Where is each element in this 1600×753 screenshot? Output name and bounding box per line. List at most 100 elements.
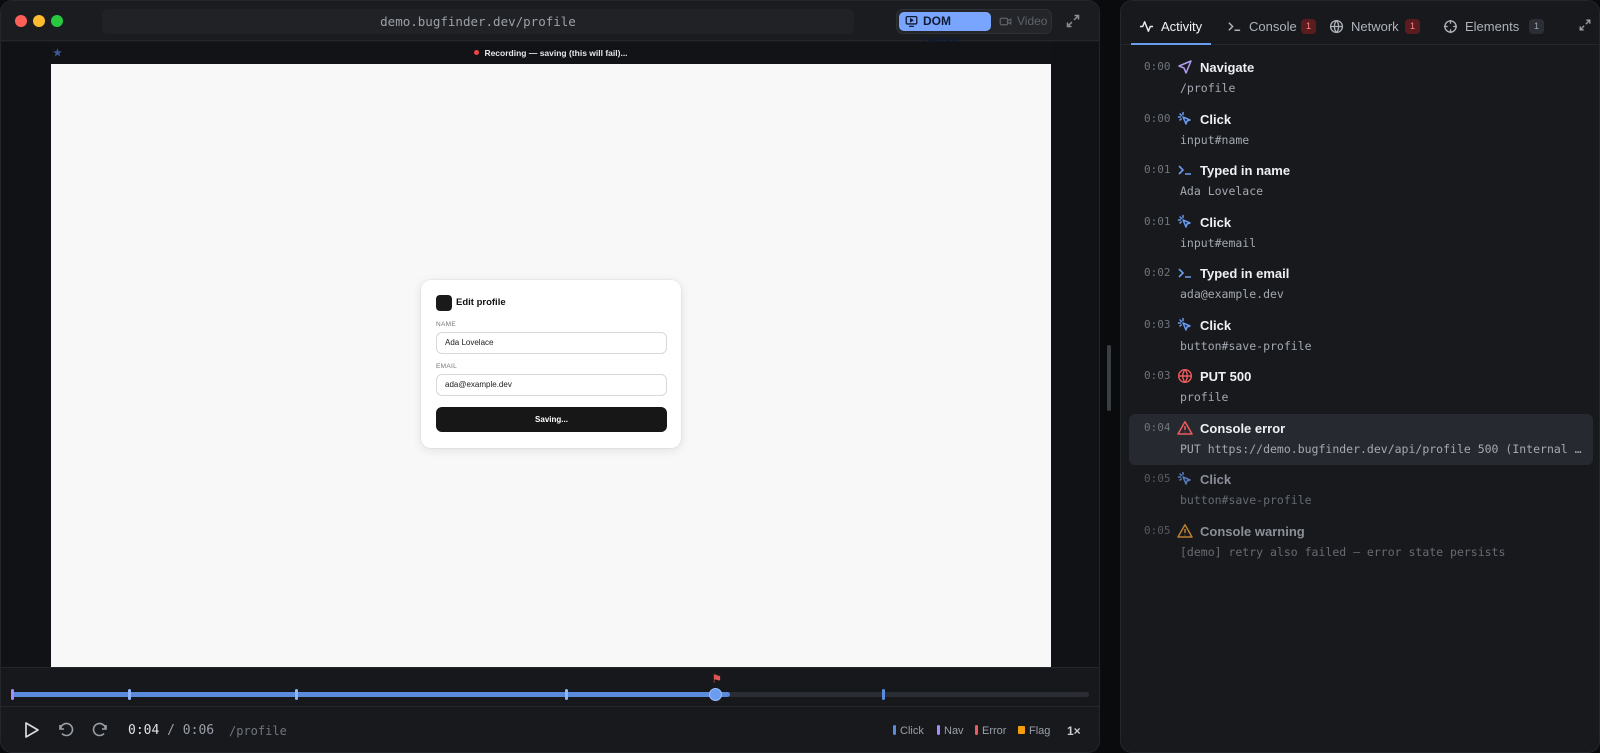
app-logo-icon <box>436 295 452 311</box>
flag-marker-icon[interactable]: ⚑ <box>711 672 722 686</box>
event-detail: button#save-profile <box>1180 493 1312 507</box>
click-swatch <box>893 725 896 736</box>
click-icon <box>1177 111 1193 127</box>
activity-event[interactable]: 0:01 Typed in name Ada Lovelace <box>1129 156 1593 208</box>
name-input[interactable]: Ada Lovelace <box>436 332 667 354</box>
activity-event[interactable]: 0:03 Click button#save-profile <box>1129 311 1593 363</box>
tab-elements[interactable]: Elements 1 <box>1443 1 1553 45</box>
event-detail: profile <box>1180 390 1229 404</box>
timeline-progress <box>11 692 731 697</box>
click-icon <box>1177 471 1193 487</box>
time-display: 0:04 / 0:06 <box>128 723 214 738</box>
rewind-button[interactable] <box>57 721 75 744</box>
activity-icon <box>1139 21 1154 32</box>
timeline-marker-click[interactable] <box>565 689 569 700</box>
video-camera-icon <box>999 17 1012 26</box>
minimize-window-button[interactable] <box>33 15 45 27</box>
terminal-icon <box>1228 22 1241 31</box>
tab-elements-label: Elements <box>1465 19 1520 34</box>
playhead-handle[interactable] <box>709 688 723 701</box>
url-bar: demo.bugfinder.dev/profile <box>102 9 854 34</box>
legend-error: Error <box>975 725 1006 737</box>
timeline-marker-click[interactable] <box>882 689 886 700</box>
event-detail: button#save-profile <box>1180 338 1312 353</box>
window-titlebar: demo.bugfinder.dev/profile DOM replay Vi… <box>1 1 1099 47</box>
activity-event[interactable]: 0:05 Click button#save-profile <box>1129 465 1593 517</box>
console-count-badge: 1 <box>1301 19 1316 34</box>
dom-replay-button[interactable]: DOM replay <box>899 12 991 47</box>
event-detail: [demo] retry also failed — error state p… <box>1180 544 1506 559</box>
activity-list: 0:00 Navigate/profile 0:00 Click input#name 0… <box>1129 53 1593 568</box>
event-title: Click <box>1200 214 1232 230</box>
session-player: demo.bugfinder.dev/profile DOM replay Vi… <box>0 0 1100 753</box>
event-time: 0:04 <box>1144 420 1171 434</box>
current-route: /profile <box>229 724 287 738</box>
play-icon <box>25 722 39 738</box>
activity-event[interactable]: 0:02 Typed in email ada@example.dev <box>1129 259 1593 311</box>
playback-speed-button[interactable]: 1× <box>1067 724 1081 738</box>
replay-mode-switch: DOM replay Video <box>896 9 1052 47</box>
activity-event[interactable]: 0:05 Console warning [demo] retry also fai… <box>1129 517 1593 569</box>
event-detail: ada@example.dev <box>1180 287 1284 301</box>
tab-activity[interactable]: Activity <box>1139 1 1219 45</box>
devtools-panel: Activity Console 1 Network 1 Elements 1 … <box>1120 0 1600 753</box>
edit-profile-card: Edit profile NAME Ada Lovelace EMAIL ada… <box>421 280 681 448</box>
tab-console-label: Console <box>1249 19 1297 34</box>
timeline-marker-click[interactable] <box>128 689 132 700</box>
legend-flag-label: Flag <box>1029 725 1051 737</box>
save-profile-button[interactable]: Saving... <box>436 407 667 432</box>
legend-click-label: Click <box>900 725 924 737</box>
timeline-scrubber[interactable]: ⚑ <box>11 672 1089 701</box>
email-field-label: EMAIL <box>436 363 458 370</box>
event-detail: /profile <box>1180 81 1236 95</box>
tab-network-label: Network <box>1351 19 1399 34</box>
tab-console[interactable]: Console 1 <box>1227 1 1327 45</box>
navigate-icon <box>1177 59 1193 75</box>
activity-event[interactable]: 0:00 Navigate/profile <box>1129 53 1593 105</box>
tab-network[interactable]: Network 1 <box>1329 1 1429 45</box>
close-window-button[interactable] <box>15 15 27 27</box>
activity-event[interactable]: 0:01 Click input#email <box>1129 208 1593 260</box>
video-mode-button[interactable]: Video <box>993 12 1051 31</box>
warning-icon <box>1177 420 1193 436</box>
maximize-window-button[interactable] <box>51 15 63 27</box>
rotate-ccw-icon <box>59 722 74 737</box>
panel-expand-button[interactable] <box>1578 18 1592 37</box>
forward-button[interactable] <box>91 721 109 744</box>
event-time: 0:00 <box>1144 111 1171 125</box>
timeline-marker-nav[interactable] <box>11 689 14 700</box>
recording-banner: ★ Recording — saving (this will fail)... <box>51 42 1051 64</box>
event-title: PUT 500 <box>1200 369 1252 384</box>
current-time: 0:04 <box>128 723 160 738</box>
panel-resize-handle[interactable] <box>1107 345 1111 411</box>
expand-icon <box>1066 14 1080 28</box>
globe-icon <box>1329 19 1344 34</box>
flag-icon <box>1018 726 1025 735</box>
legend-error-label: Error <box>982 725 1007 737</box>
event-detail: PUT https://demo.bugfinder.dev/api/profi… <box>1180 441 1585 456</box>
activity-event[interactable]: 0:04 Console error PUT https://demo.bugfin… <box>1129 413 1593 465</box>
total-duration: 0:06 <box>182 723 215 738</box>
event-time: 0:03 <box>1144 369 1171 382</box>
video-mode-label: Video <box>1017 14 1048 28</box>
active-tab-indicator <box>1131 43 1211 45</box>
globe-icon <box>1177 368 1193 384</box>
event-title: Console warning <box>1200 523 1305 539</box>
activity-event[interactable]: 0:03 PUT 500 profile <box>1129 362 1593 414</box>
fullscreen-button[interactable] <box>1065 13 1083 31</box>
event-title: Typed in name <box>1200 163 1291 178</box>
play-button[interactable] <box>21 720 41 745</box>
crosshair-icon <box>1443 19 1458 34</box>
activity-event[interactable]: 0:00 Click input#name <box>1129 105 1593 157</box>
event-detail: Ada Lovelace <box>1180 184 1264 198</box>
timeline: ⚑ <box>1 667 1099 707</box>
event-title: Typed in email <box>1200 266 1290 281</box>
email-input[interactable]: ada@example.dev <box>436 374 667 396</box>
recording-dot-icon <box>474 50 480 56</box>
event-time: 0:01 <box>1144 214 1171 228</box>
nav-swatch <box>937 725 940 736</box>
name-field-label: NAME <box>436 321 456 328</box>
event-time: 0:03 <box>1144 317 1171 331</box>
event-title: Console error <box>1200 420 1286 436</box>
timeline-marker-click[interactable] <box>295 689 299 700</box>
